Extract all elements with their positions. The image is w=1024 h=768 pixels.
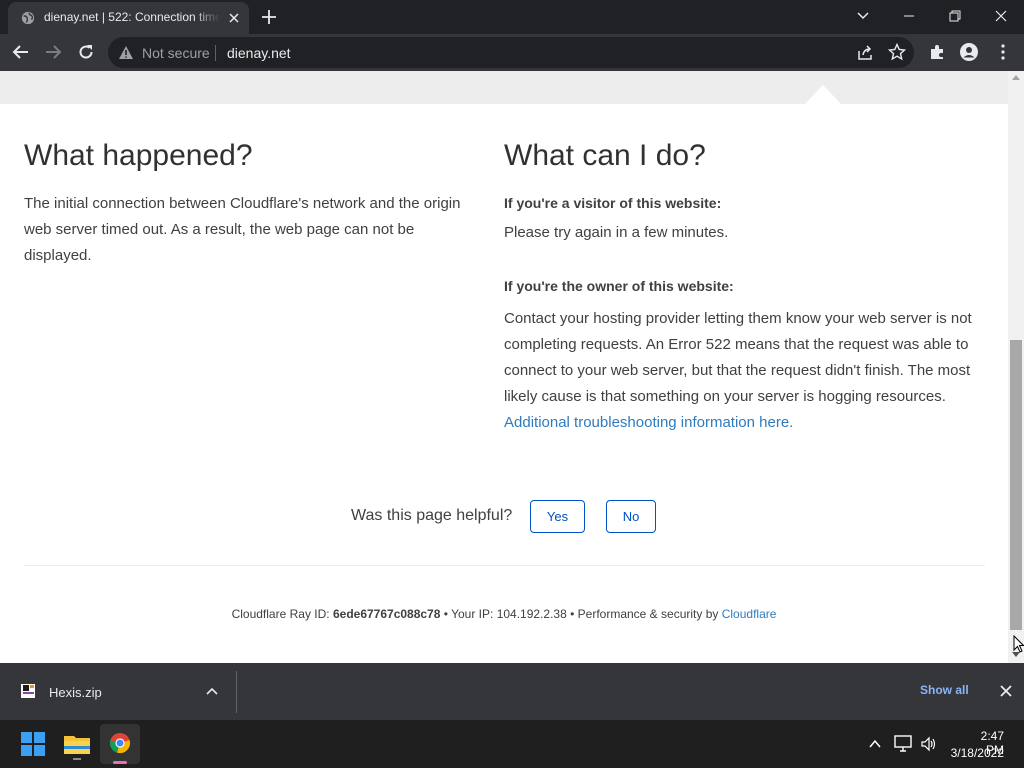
- scroll-up-arrow-icon[interactable]: [1012, 73, 1020, 83]
- forward-button[interactable]: [38, 37, 68, 67]
- network-icon[interactable]: [894, 735, 914, 753]
- reload-icon: [79, 45, 93, 59]
- extensions-button[interactable]: [922, 37, 952, 67]
- download-divider: [236, 671, 237, 713]
- windows-start-icon[interactable]: [17, 728, 49, 760]
- menu-button[interactable]: [988, 37, 1018, 67]
- restore-icon: [949, 10, 961, 22]
- what-happened-text: The initial connection between Cloudflar…: [24, 195, 461, 264]
- header-band: [0, 71, 1008, 104]
- band-notch: [805, 85, 841, 104]
- file-explorer-icon[interactable]: [61, 728, 93, 760]
- footer-divider: [24, 565, 985, 566]
- share-icon[interactable]: [856, 44, 874, 62]
- puzzle-icon: [931, 45, 943, 59]
- ray-id-label: Cloudflare Ray ID:: [231, 607, 330, 621]
- page-viewport: What happened? The initial connection be…: [0, 71, 1008, 663]
- cloudflare-link[interactable]: Cloudflare: [722, 607, 777, 621]
- ray-id-value: 6ede67767c088c78: [332, 607, 441, 621]
- feedback-no-button[interactable]: No: [606, 500, 656, 533]
- browser-tab[interactable]: dienay.net | 522: Connection timed out: [8, 2, 249, 34]
- star-icon[interactable]: [888, 43, 906, 61]
- page-scrollbar[interactable]: [1008, 71, 1024, 663]
- ip-value: 104.192.2.38: [496, 607, 567, 621]
- footer: Cloudflare Ray ID: 6ede67767c088c78 • Yo…: [0, 607, 1008, 621]
- taskbar-date[interactable]: 3/18/2022: [948, 746, 1004, 760]
- feedback-yes-button[interactable]: Yes: [530, 500, 585, 533]
- address-divider: [215, 45, 216, 61]
- what-happened-heading: What happened?: [24, 139, 253, 172]
- minimize-icon: [904, 15, 914, 17]
- tab-strip: dienay.net | 522: Connection timed out: [0, 0, 1024, 34]
- tab-title: dienay.net | 522: Connection timed out: [44, 10, 220, 24]
- address-bar[interactable]: Not secure dienay.net: [108, 37, 914, 68]
- back-button[interactable]: [6, 37, 36, 67]
- zip-file-icon: [21, 684, 35, 698]
- url-text[interactable]: dienay.net: [227, 45, 291, 61]
- troubleshooting-link[interactable]: Additional troubleshooting information h…: [504, 414, 793, 431]
- owner-paragraph: Contact your hosting provider letting th…: [504, 306, 989, 436]
- active-app-indicator: [113, 761, 127, 764]
- what-can-i-do-heading: What can I do?: [504, 139, 706, 172]
- owner-heading: If you're the owner of this website:: [504, 278, 734, 294]
- download-file-name[interactable]: Hexis.zip: [49, 685, 102, 700]
- close-tab-icon[interactable]: [226, 10, 242, 26]
- download-bar: Hexis.zip Show all: [0, 663, 1024, 720]
- chevron-up-icon[interactable]: [868, 738, 882, 750]
- visitor-text: Please try again in a few minutes.: [504, 224, 729, 241]
- windows-taskbar: 2:47 PM 3/18/2022: [0, 720, 1024, 768]
- feedback-question: Was this page helpful?: [351, 507, 513, 524]
- scrollbar-thumb[interactable]: [1010, 340, 1022, 630]
- restore-button[interactable]: [932, 0, 978, 32]
- kebab-menu-icon: [1001, 44, 1005, 60]
- performance-label: Performance & security by: [577, 607, 719, 621]
- warning-triangle-icon[interactable]: [118, 45, 134, 60]
- mouse-cursor-icon: [1013, 635, 1024, 653]
- arrow-left-icon: [12, 45, 28, 59]
- chevron-down-icon: [857, 12, 869, 20]
- footer-bullet: •: [570, 607, 575, 621]
- profile-button[interactable]: [954, 37, 984, 67]
- show-all-button[interactable]: Show all: [920, 683, 969, 697]
- footer-bullet: •: [443, 607, 448, 621]
- close-icon: [995, 10, 1007, 22]
- visitor-heading: If you're a visitor of this website:: [504, 195, 722, 211]
- close-window-button[interactable]: [978, 0, 1024, 32]
- arrow-right-icon: [46, 45, 62, 59]
- avatar-icon: [960, 43, 978, 61]
- tab-search-button[interactable]: [840, 0, 886, 32]
- close-icon[interactable]: [999, 684, 1013, 698]
- minimize-button[interactable]: [886, 0, 932, 32]
- browser-toolbar: Not secure dienay.net: [0, 34, 1024, 71]
- chrome-taskbar-button[interactable]: [100, 724, 140, 764]
- chrome-icon: [109, 733, 130, 754]
- volume-icon[interactable]: [920, 735, 938, 753]
- new-tab-icon[interactable]: [258, 6, 280, 28]
- ip-label: Your IP:: [451, 607, 494, 621]
- chevron-up-icon[interactable]: [205, 685, 219, 697]
- globe-icon: [21, 11, 35, 25]
- security-label[interactable]: Not secure: [142, 45, 210, 61]
- owner-text: Contact your hosting provider letting th…: [504, 310, 972, 405]
- reload-button[interactable]: [71, 37, 101, 67]
